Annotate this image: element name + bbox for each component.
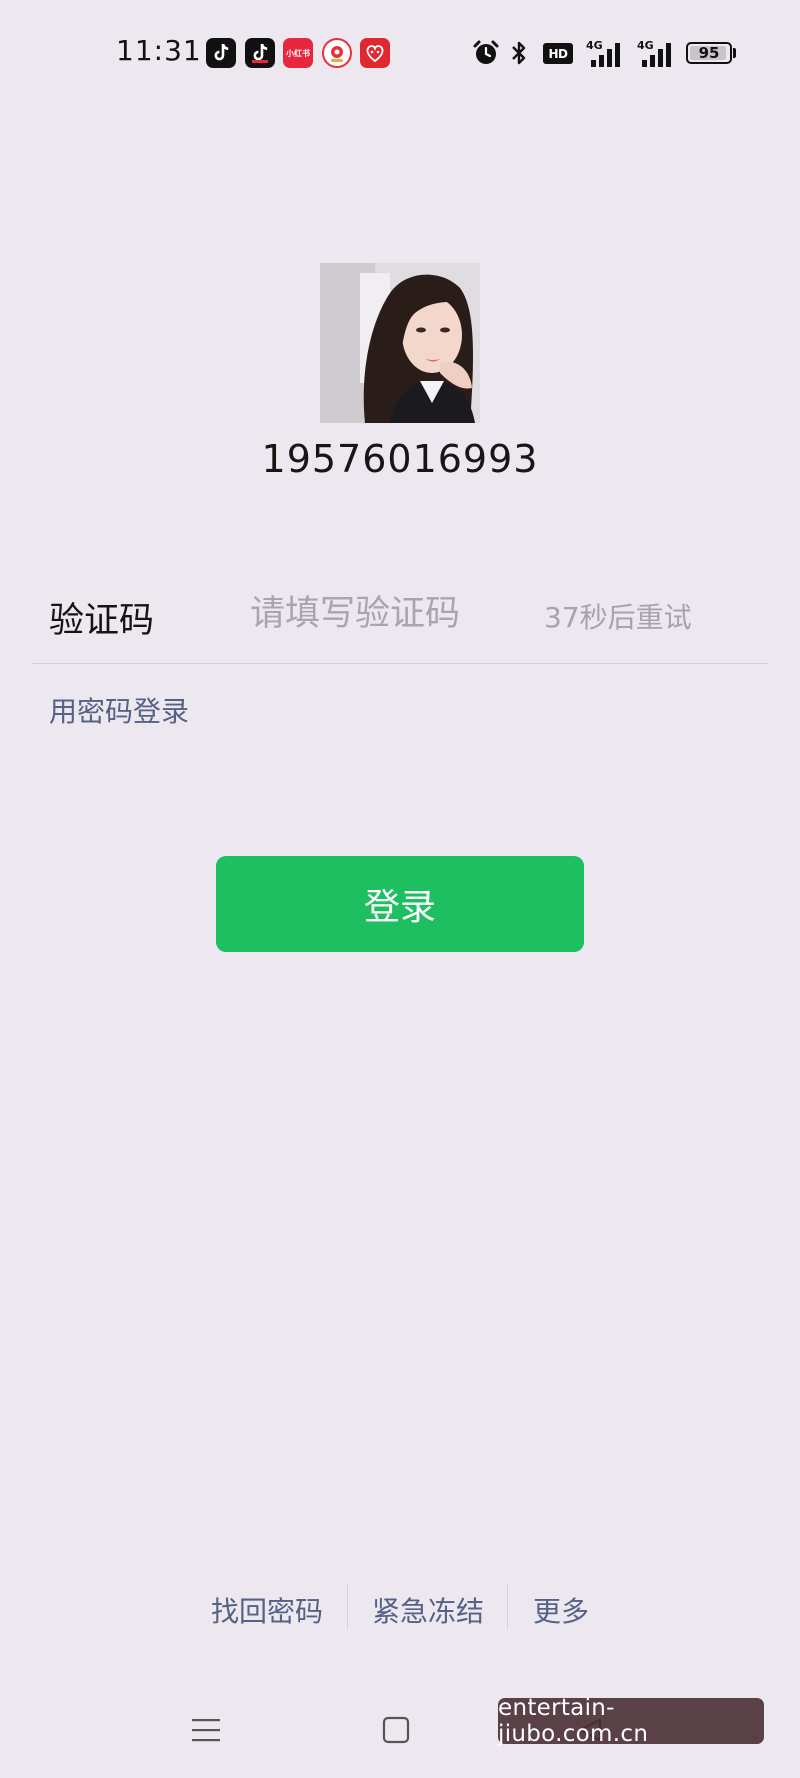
battery-nub (733, 48, 736, 58)
home-icon[interactable] (366, 1700, 426, 1760)
input-divider (32, 663, 768, 664)
resend-timer: 37秒后重试 (544, 601, 692, 634)
hd-icon: HD (543, 43, 573, 64)
status-time: 11:31 (116, 34, 202, 67)
link-divider (347, 1584, 348, 1630)
hd-label: HD (548, 46, 568, 61)
menu-icon[interactable] (176, 1700, 236, 1760)
svg-text:4G: 4G (586, 39, 603, 52)
account-id: 19576016993 (261, 437, 539, 481)
status-bar: 11:31 小红书 HD 4G 4G 95 (0, 0, 800, 105)
xiaohongshu-label: 小红书 (286, 48, 310, 58)
tiktok-lite-icon (245, 38, 275, 68)
avatar (320, 263, 480, 423)
more-link[interactable]: 更多 (533, 1590, 589, 1630)
battery-indicator: 95 (686, 42, 732, 64)
tiktok-icon (206, 38, 236, 68)
pinduoduo-icon (360, 38, 390, 68)
signal-4g-icon: 4G (636, 38, 674, 68)
red-app-icon (322, 38, 352, 68)
xiaohongshu-icon: 小红书 (283, 38, 313, 68)
login-button[interactable]: 登录 (216, 856, 584, 952)
alarm-icon (471, 38, 501, 68)
svg-text:4G: 4G (637, 39, 654, 52)
verification-code-row: 验证码 37秒后重试 (32, 578, 768, 663)
emergency-freeze-link[interactable]: 紧急冻结 (372, 1590, 484, 1630)
password-login-link[interactable]: 用密码登录 (49, 690, 189, 730)
bottom-links: 找回密码 紧急冻结 更多 (0, 1582, 800, 1632)
recover-password-link[interactable]: 找回密码 (211, 1590, 323, 1630)
signal-4g-icon: 4G (585, 38, 623, 68)
watermark: entertain-jiubo.com.cn (498, 1695, 764, 1747)
bluetooth-icon (507, 38, 531, 68)
verification-code-input[interactable] (250, 586, 540, 642)
battery-level: 95 (698, 44, 720, 62)
code-label: 验证码 (49, 601, 155, 641)
link-divider (507, 1584, 508, 1630)
